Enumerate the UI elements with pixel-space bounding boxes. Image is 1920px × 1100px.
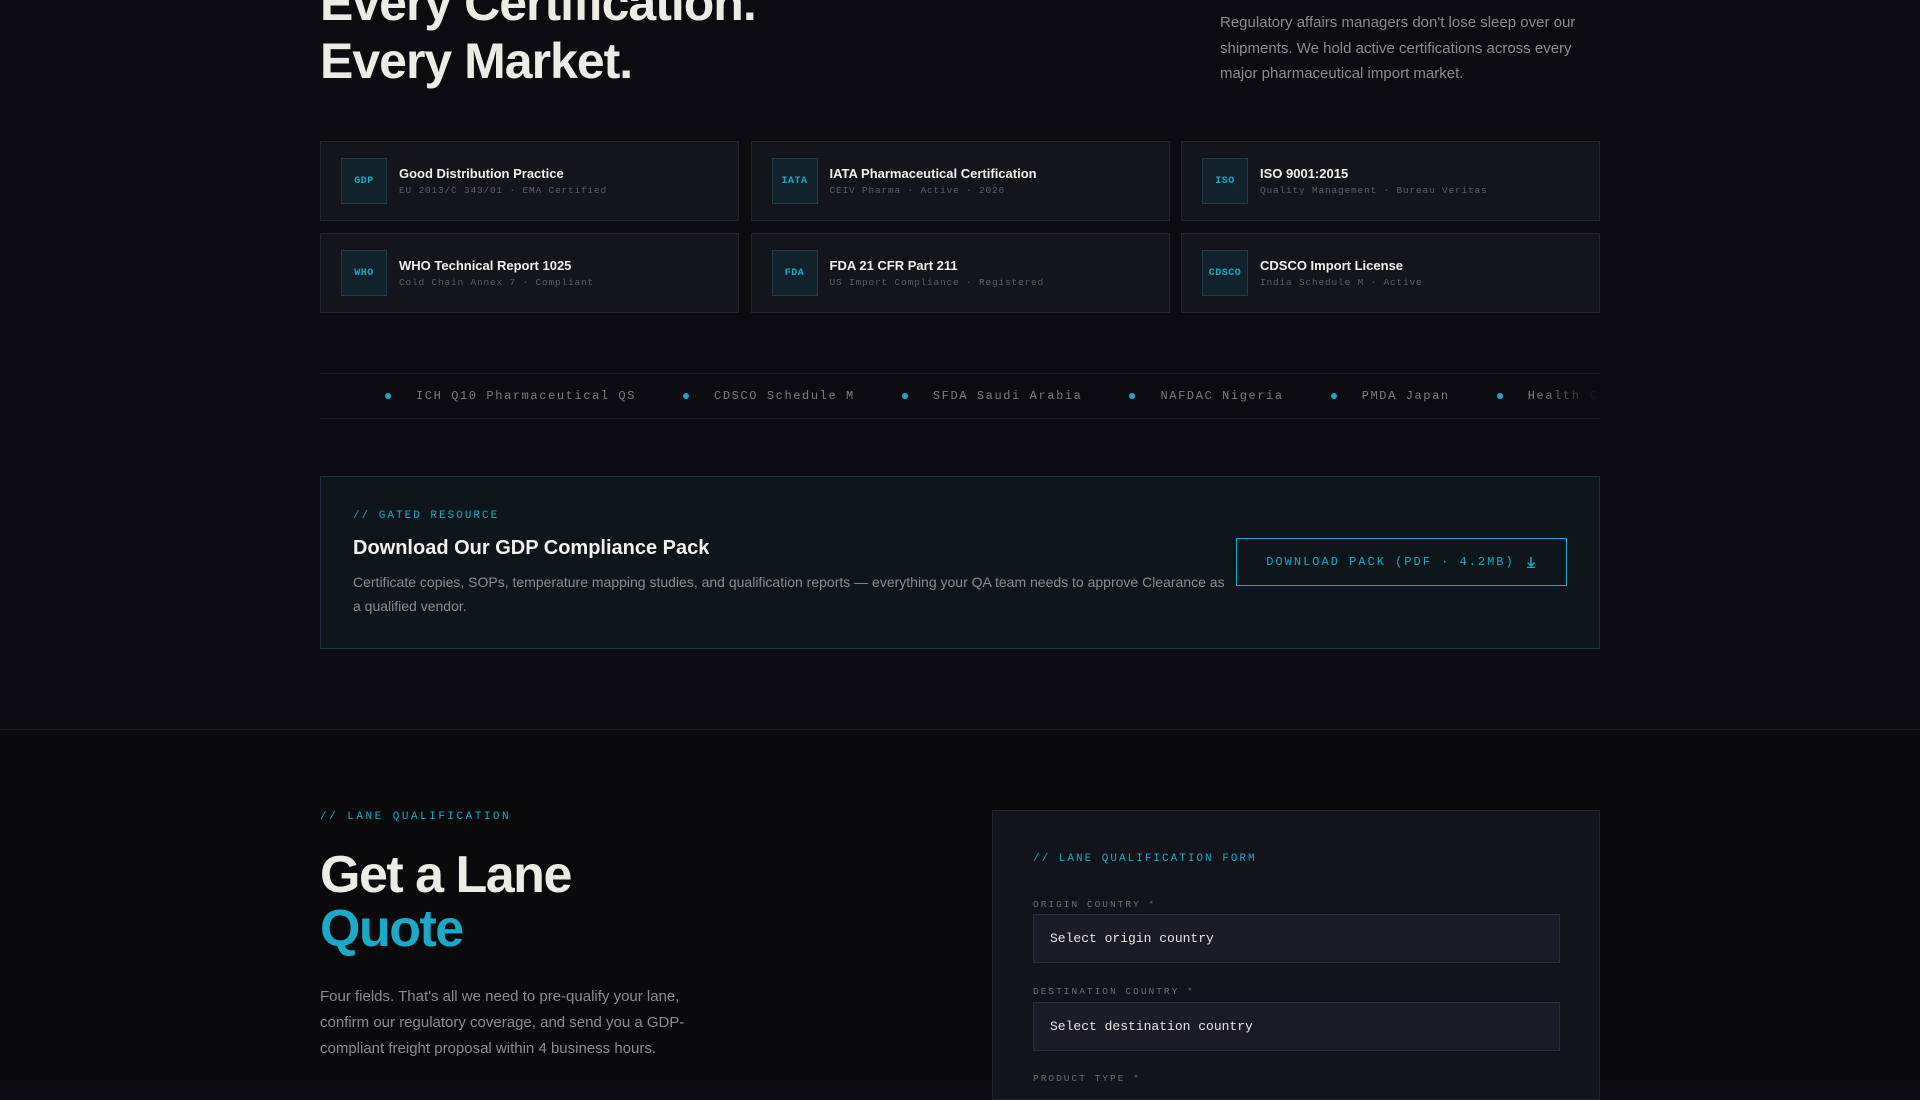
lane-qualification-form: // LANE QUALIFICATION FORM ORIGIN COUNTR…	[992, 810, 1600, 1100]
lane-title-line-1: Get a Lane	[320, 846, 572, 904]
bullet-dot-icon	[1496, 393, 1503, 399]
ticker-label: Health Canada	[1527, 389, 1600, 403]
download-button-label: DOWNLOAD PACK (PDF · 4.2MB)	[1266, 555, 1515, 569]
hero-title: Every Certification. Every Market.	[320, 0, 757, 90]
gated-title: Download Our GDP Compliance Pack	[353, 537, 710, 559]
fda-badge-icon: FDA	[771, 250, 818, 296]
cert-card-iso: ISO ISO 9001:2015 Quality Management · B…	[1181, 141, 1600, 221]
cert-meta: India Schedule M · Active	[1260, 277, 1423, 288]
lane-title: Get a Lane Quote	[320, 846, 572, 958]
cert-card-cdsco: CDSCO CDSCO Import License India Schedul…	[1181, 233, 1600, 313]
cert-meta: EU 2013/C 343/01 · EMA Certified	[399, 185, 608, 196]
lane-section-background	[0, 730, 1920, 1080]
ticker-item: CDSCO Schedule M	[683, 389, 855, 403]
iso-badge-icon: ISO	[1202, 158, 1248, 204]
ticker-label: CDSCO Schedule M	[714, 389, 855, 403]
cert-meta: US Import Compliance · Registered	[829, 277, 1045, 288]
bullet-dot-icon	[385, 393, 391, 399]
ticker-item: NAFDAC Nigeria	[1129, 389, 1283, 403]
cert-card-gdp: GDP Good Distribution Practice EU 2013/C…	[320, 141, 739, 221]
cert-card-iata: IATA IATA Pharmaceutical Certification C…	[750, 141, 1170, 221]
ticker-track: ICH Q10 Pharmaceutical QS CDSCO Schedule…	[320, 374, 1600, 418]
hero-title-line-1: Every Certification.	[320, 0, 757, 31]
cert-name: ISO 9001:2015	[1260, 166, 1349, 181]
origin-country-label: ORIGIN COUNTRY *	[1033, 899, 1157, 910]
ticker-item: Health Canada	[1496, 389, 1600, 403]
gated-resource-panel: // GATED RESOURCE Download Our GDP Compl…	[320, 476, 1600, 649]
ticker-label: NAFDAC Nigeria	[1160, 389, 1284, 403]
ticker-label: SFDA Saudi Arabia	[932, 389, 1083, 403]
certification-grid: GDP Good Distribution Practice EU 2013/C…	[320, 141, 1600, 313]
hero-title-line-2: Every Market.	[320, 33, 633, 89]
lane-eyebrow: // LANE QUALIFICATION	[320, 811, 512, 823]
cert-name: FDA 21 CFR Part 211	[829, 258, 958, 273]
regulatory-ticker: ICH Q10 Pharmaceutical QS CDSCO Schedule…	[320, 373, 1600, 419]
destination-country-select[interactable]: Select destination country	[1033, 1002, 1560, 1051]
origin-country-select[interactable]: Select origin country	[1033, 914, 1560, 963]
cert-meta: Cold Chain Annex 7 · Compliant	[399, 277, 595, 288]
bullet-dot-icon	[1330, 393, 1337, 399]
cert-name: IATA Pharmaceutical Certification	[829, 166, 1037, 181]
ticker-item: ICH Q10 Pharmaceutical QS	[385, 389, 636, 403]
bullet-dot-icon	[683, 393, 690, 399]
download-pack-button[interactable]: DOWNLOAD PACK (PDF · 4.2MB)	[1236, 538, 1567, 586]
gdp-badge-icon: GDP	[341, 158, 387, 204]
form-eyebrow: // LANE QUALIFICATION FORM	[1033, 853, 1257, 865]
ticker-label: PMDA Japan	[1361, 389, 1450, 403]
who-badge-icon: WHO	[341, 250, 387, 296]
cert-card-fda: FDA FDA 21 CFR Part 211 US Import Compli…	[750, 233, 1170, 313]
cert-meta: Quality Management · Bureau Veritas	[1260, 185, 1488, 196]
lane-title-line-2: Quote	[320, 900, 464, 958]
ticker-item: PMDA Japan	[1330, 389, 1450, 403]
iata-badge-icon: IATA	[771, 158, 818, 204]
bullet-dot-icon	[901, 393, 908, 399]
gated-description: Certificate copies, SOPs, temperature ma…	[353, 574, 1225, 614]
product-type-label: PRODUCT TYPE *	[1033, 1073, 1141, 1084]
cert-name: WHO Technical Report 1025	[399, 258, 572, 273]
gated-eyebrow: // GATED RESOURCE	[353, 510, 500, 522]
cert-name: Good Distribution Practice	[399, 166, 564, 181]
cert-meta: CEIV Pharma · Active · 2026	[829, 185, 1006, 196]
cdsco-badge-icon: CDSCO	[1202, 250, 1248, 296]
ticker-item: SFDA Saudi Arabia	[901, 389, 1083, 403]
lane-description: Four fields. That's all we need to pre-q…	[320, 988, 685, 1057]
ticker-label: ICH Q10 Pharmaceutical QS	[416, 389, 637, 403]
cert-card-who: WHO WHO Technical Report 1025 Cold Chain…	[320, 233, 739, 313]
destination-country-label: DESTINATION COUNTRY *	[1033, 986, 1195, 997]
arrow-down-icon	[1526, 557, 1535, 568]
bullet-dot-icon	[1129, 393, 1136, 399]
cert-name: CDSCO Import License	[1260, 258, 1404, 273]
hero-description: Regulatory affairs managers don't lose s…	[1220, 14, 1576, 82]
